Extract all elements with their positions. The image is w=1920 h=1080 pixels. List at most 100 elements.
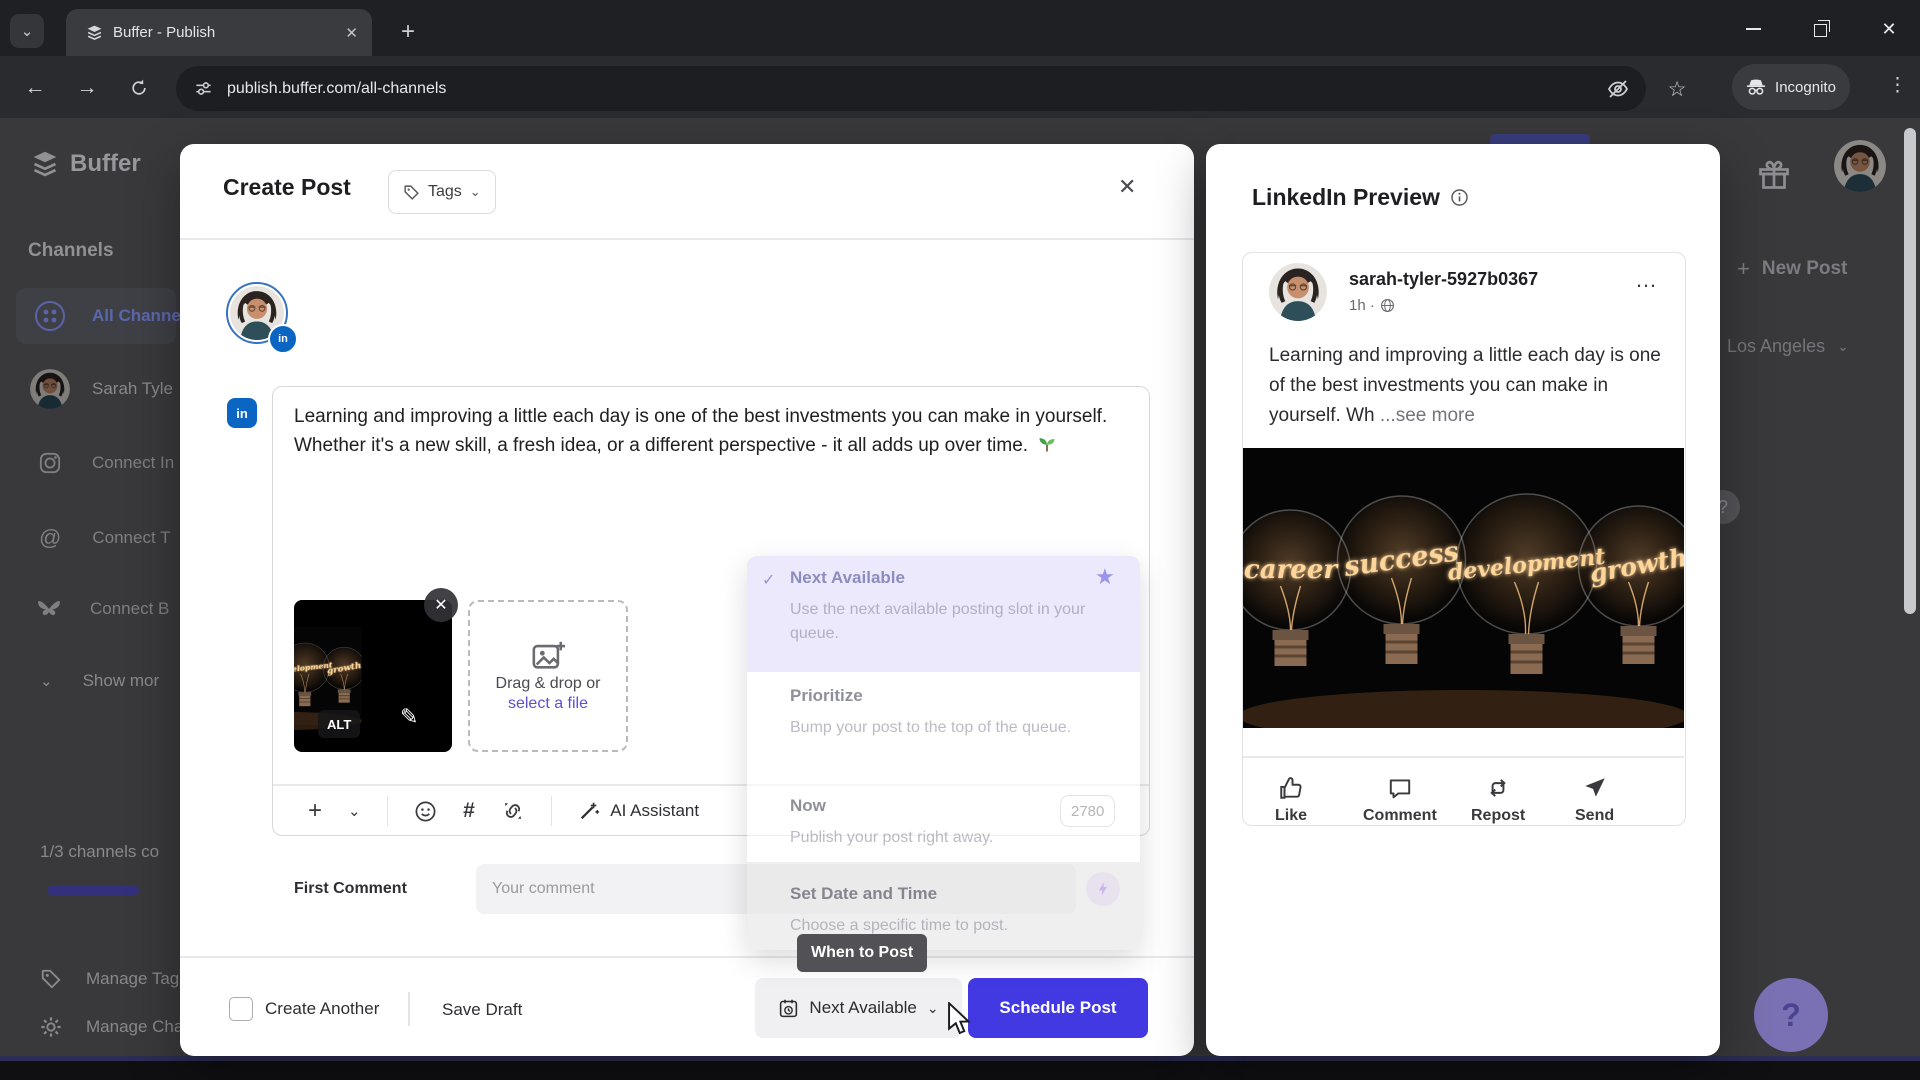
sidebar-item-label: Connect T [92,528,170,548]
create-another-label: Create Another [265,999,379,1019]
new-post-button[interactable]: + New Post [1737,256,1847,282]
remove-media-button[interactable]: ✕ [424,588,458,622]
save-draft-button[interactable]: Save Draft [442,1000,522,1020]
schedule-post-button[interactable]: Schedule Post [968,978,1148,1038]
create-another-checkbox[interactable] [229,997,253,1021]
calendar-clock-icon [778,998,799,1019]
show-more-label: Show mor [83,671,160,691]
incognito-label: Incognito [1775,79,1836,96]
tab-search-chevron-button[interactable]: ⌄ [10,14,44,48]
window-bottom-strip [0,1061,1920,1080]
create-another-checkbox-row[interactable]: Create Another [229,997,379,1021]
send-icon [1582,775,1608,801]
help-beacon-button[interactable]: ? [1754,978,1828,1052]
menu-option-desc: Publish your post right away. [790,826,1110,850]
action-label: Comment [1363,807,1437,825]
modal-header-divider [180,238,1194,240]
browser-tab[interactable]: Buffer - Publish ✕ [66,9,372,56]
gift-icon[interactable] [1756,156,1792,192]
site-info-icon[interactable] [194,79,213,98]
next-available-label: Next Available [809,998,916,1018]
repost-icon [1485,775,1511,801]
browser-menu-kebab-icon[interactable]: ⋮ [1888,74,1907,97]
channel-avatar[interactable]: in [226,282,292,348]
schedule-post-label: Schedule Post [999,998,1116,1018]
action-label: Repost [1471,807,1525,825]
select-file-link[interactable]: select a file [508,695,588,713]
info-icon[interactable] [1450,188,1469,207]
back-button[interactable]: ← [18,72,52,104]
post-time: 1h · [1349,297,1375,314]
ai-assistant-button[interactable]: AI Assistant [578,800,699,822]
window-minimize-button[interactable] [1738,16,1768,42]
tab-close-icon[interactable]: ✕ [345,24,358,42]
timezone-label: Los Angeles [1727,336,1825,357]
star-icon[interactable]: ★ [1095,564,1115,590]
add-attachment-button[interactable]: + [308,797,322,825]
sidebar-item-sarah[interactable]: Sarah Tyle [30,369,173,409]
reload-button[interactable] [122,72,156,104]
new-post-label: New Post [1762,258,1848,280]
comment-button[interactable]: Comment [1363,775,1437,825]
new-tab-button[interactable]: + [392,16,424,48]
restore-icon [1815,23,1828,36]
page-scrollbar-thumb[interactable] [1904,128,1916,614]
sidebar-item-connect-instagram[interactable]: Connect In [39,452,174,474]
link-shortener-button[interactable] [501,799,525,823]
repost-button[interactable]: Repost [1471,775,1525,825]
linkedin-post-card: sarah-tyler-5927b0367 1h · … Learning an… [1242,252,1686,826]
post-text[interactable]: Learning and improving a little each day… [294,402,1134,460]
emoji-button[interactable] [414,800,437,823]
sidebar-item-label: Connect B [90,599,169,619]
attachment-chevron-button[interactable]: ⌄ [348,802,361,820]
sidebar-item-connect-bluesky[interactable]: Connect B [37,598,169,620]
tag-icon [40,968,62,990]
buffer-logo[interactable]: Buffer [30,150,141,178]
sidebar-item-label: Connect In [92,453,174,473]
linkedin-preview-panel: LinkedIn Preview sarah-tyler-5927b0367 1… [1206,144,1720,1056]
media-dropzone[interactable]: Drag & drop or select a file [468,600,628,752]
post-image[interactable] [1243,448,1684,728]
help-beacon-label: ? [1781,997,1801,1034]
toolbar-divider [387,796,389,826]
menu-option-prioritize[interactable]: Prioritize Bump your post to the top of … [747,686,1140,786]
toolbar-divider [551,796,553,826]
incognito-badge: Incognito [1732,64,1850,110]
see-more-link[interactable]: ...see more [1380,405,1475,426]
post-preview-text: Learning and improving a little each day… [1269,341,1671,431]
chevron-down-icon: ⌄ [1837,338,1849,355]
ai-assistant-label: AI Assistant [610,801,699,821]
window-restore-button[interactable] [1806,16,1836,42]
reload-icon [129,78,149,98]
edit-media-pencil-icon[interactable]: ✎ [400,704,418,730]
manage-channels[interactable]: Manage Cha [40,1016,183,1038]
account-avatar[interactable] [1834,140,1886,192]
sidebar-item-label: All Channe [92,306,181,326]
chevron-down-icon: ⌄ [927,1000,939,1017]
next-available-button[interactable]: Next Available ⌄ [755,978,962,1038]
sidebar-item-connect-threads[interactable]: @ Connect T [39,525,170,551]
buffer-logo-icon [30,150,60,178]
globe-icon [1380,298,1395,313]
tags-label: Tags [428,183,462,201]
post-meta: 1h · [1349,297,1395,314]
send-button[interactable]: Send [1575,775,1614,825]
sidebar-item-all-channels[interactable]: All Channe [34,300,181,332]
forward-button[interactable]: → [70,72,104,104]
eye-off-icon[interactable] [1606,77,1630,101]
menu-option-now[interactable]: Now Publish your post right away. [747,796,1140,858]
post-options-kebab[interactable]: … [1635,267,1659,293]
alt-text-badge[interactable]: ALT [318,710,360,738]
modal-close-button[interactable]: ✕ [1118,174,1136,200]
manage-tags[interactable]: Manage Tag [40,968,179,990]
timezone-selector[interactable]: Los Angeles ⌄ [1727,336,1849,357]
window-close-button[interactable]: ✕ [1874,16,1904,42]
bookmark-star-icon[interactable]: ☆ [1662,74,1692,104]
url-bar[interactable]: publish.buffer.com/all-channels [176,66,1646,111]
hashtag-button[interactable]: # [463,799,475,823]
menu-option-next-available[interactable]: ✓ Next Available Use the next available … [747,556,1140,672]
like-button[interactable]: Like [1275,775,1307,825]
linkedin-channel-badge: in [268,324,298,354]
sidebar-show-more[interactable]: ⌄ Show mor [40,671,159,691]
tags-dropdown[interactable]: Tags ⌄ [388,170,496,214]
